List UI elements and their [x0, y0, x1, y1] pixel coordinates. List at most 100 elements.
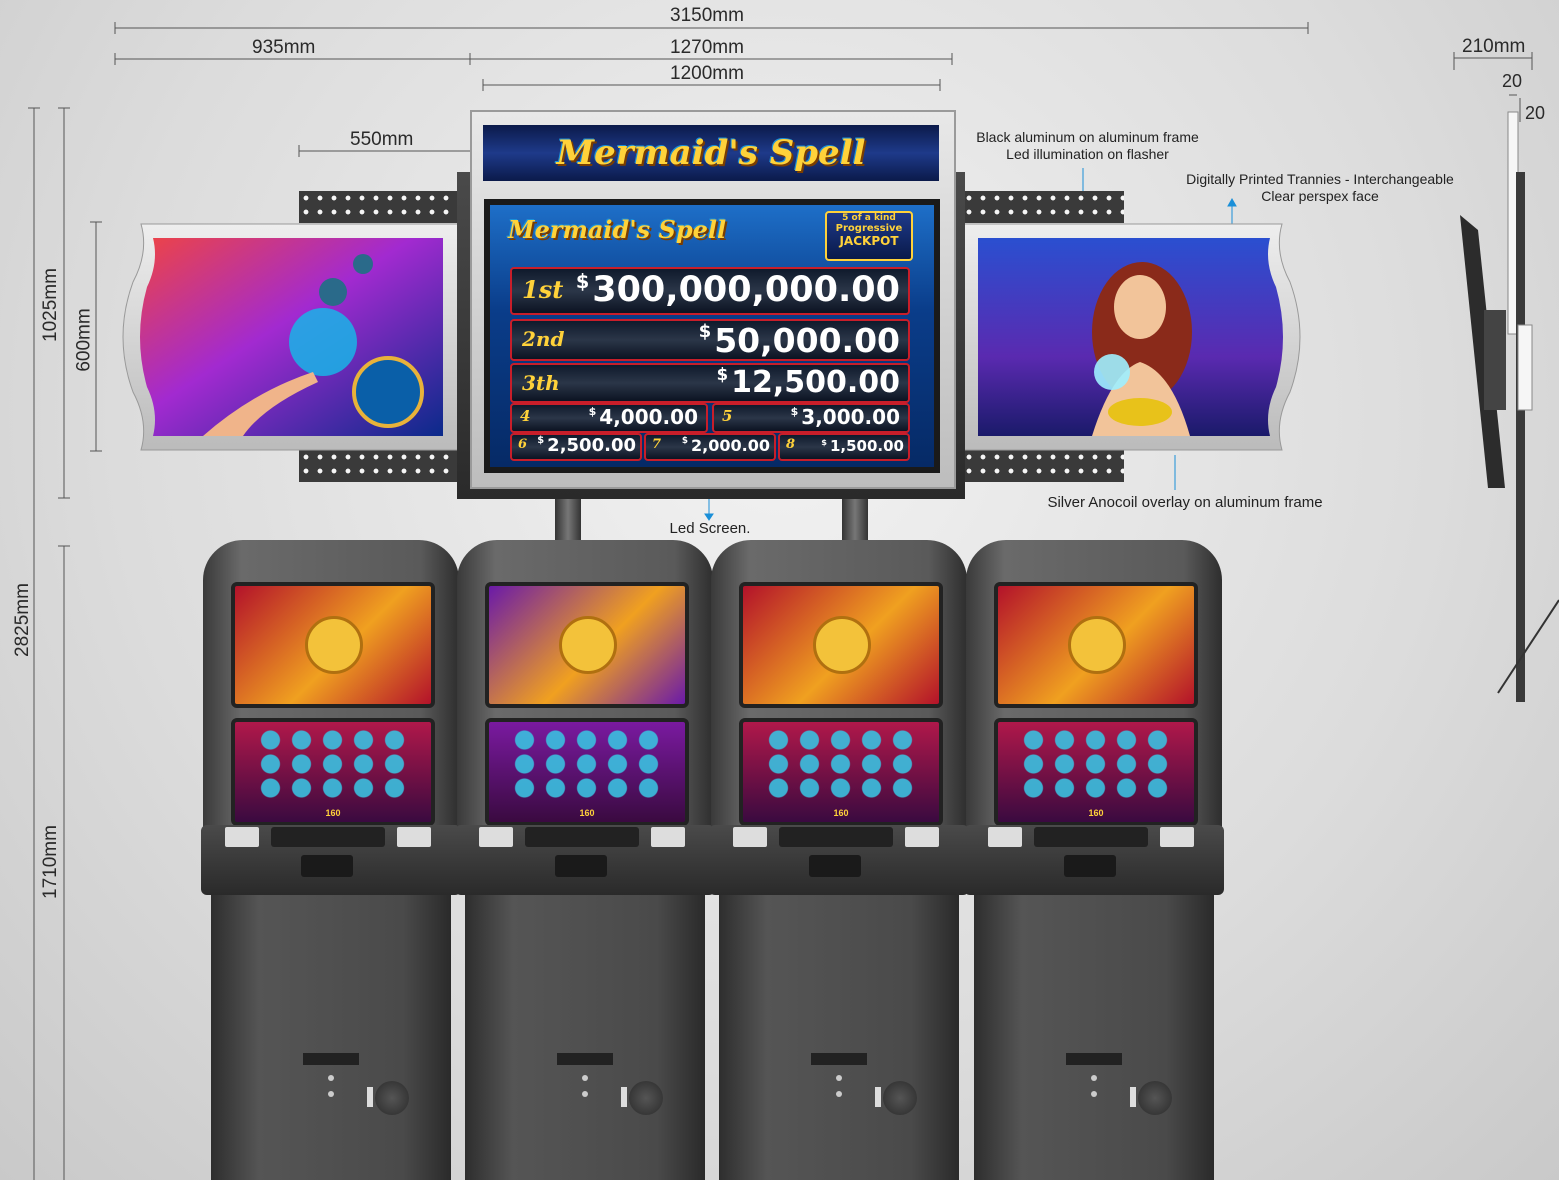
cabinet-top-screen — [739, 582, 943, 708]
reel-symbols — [255, 728, 409, 800]
jackpot-value-4: $4,000.00 — [589, 405, 698, 429]
left-wing-panel — [122, 223, 459, 451]
right-wing-panel — [963, 223, 1301, 451]
jackpot-amount-1: 300,000,000.00 — [592, 270, 900, 310]
jackpot-label-7: 7 — [652, 437, 662, 452]
lock-dot — [328, 1075, 334, 1081]
note-tranny-line2: Clear perspex face — [1261, 188, 1379, 204]
note-tranny-line1: Digitally Printed Trannies - Interchange… — [1186, 171, 1454, 187]
cabinet-deck — [201, 825, 461, 895]
dim-screen-width: 1200mm — [670, 63, 744, 84]
button-panel — [779, 827, 893, 847]
currency-1: $ — [575, 270, 590, 293]
jackpot-row-8: 8 $1,500.00 — [778, 433, 910, 461]
note-frame: Black aluminum on aluminum frame Led ill… — [960, 129, 1215, 163]
jackpot-value-6: $2,500.00 — [537, 435, 636, 456]
led-flasher-bottom-right — [962, 450, 1124, 482]
button-panel — [525, 827, 639, 847]
cabinet-deck — [964, 825, 1224, 895]
cabinet-reel-screen: 160 — [994, 718, 1198, 826]
cabinet-base — [719, 895, 959, 1180]
bill-acceptor — [905, 827, 939, 847]
cabinet-reel-screen: 160 — [739, 718, 943, 826]
bet-readout: 160 — [579, 808, 595, 818]
ticket-slot — [479, 827, 513, 847]
jackpot-label-5: 5 — [722, 407, 733, 425]
dim-flasher-width: 550mm — [350, 129, 414, 150]
cabinet-deck — [709, 825, 969, 895]
cabinet-reel-screen: 160 — [231, 718, 435, 826]
dim-wing-height: 600mm — [74, 308, 96, 372]
jackpot-row-5: 5 $3,000.00 — [712, 403, 910, 433]
dim-overall-width: 3150mm — [670, 5, 744, 26]
jackpot-label-2: 2nd — [522, 327, 565, 351]
jackpot-amount-5: 3,000.00 — [801, 405, 900, 429]
lock-dot — [582, 1091, 588, 1097]
speaker-grille — [375, 1081, 409, 1115]
door-handle — [1066, 1053, 1122, 1065]
dim-center-width: 1270mm — [670, 37, 744, 58]
jackpot-row-1: 1st $300,000,000.00 — [510, 267, 910, 315]
note-trannies: Digitally Printed Trannies - Interchange… — [1170, 171, 1470, 205]
dim-cabinet-height: 1710mm — [40, 825, 62, 899]
cabinet-base — [211, 895, 451, 1180]
speaker-grille — [1138, 1081, 1172, 1115]
reel-symbols — [763, 728, 917, 800]
sign-logo: Mermaid's Spell — [556, 133, 866, 173]
jackpot-label-8: 8 — [786, 437, 796, 452]
jackpot-value-7: $2,000.00 — [682, 436, 770, 455]
jackpot-label-4: 4 — [520, 407, 531, 425]
jackpot-row-6: 6 $2,500.00 — [510, 433, 642, 461]
badge-line3: JACKPOT — [839, 234, 899, 248]
key-slot — [621, 1087, 627, 1107]
currency-6: $ — [537, 435, 545, 446]
screen-logo: Mermaid's Spell — [508, 215, 727, 244]
speaker-grille — [629, 1081, 663, 1115]
ticket-slot — [988, 827, 1022, 847]
currency-7: $ — [681, 436, 689, 446]
dim-side-b: 20 — [1525, 103, 1546, 123]
bill-acceptor — [397, 827, 431, 847]
jackpot-label-6: 6 — [518, 437, 528, 452]
jackpot-row-4: 4 $4,000.00 — [510, 403, 708, 433]
note-frame-line2: Led illumination on flasher — [1006, 146, 1169, 162]
led-flasher-bottom-left — [299, 450, 461, 482]
feature-medallion — [1068, 616, 1126, 674]
button-panel — [1034, 827, 1148, 847]
speaker-grille — [883, 1081, 917, 1115]
dim-sign-height: 1025mm — [40, 268, 62, 342]
jackpot-amount-2: 50,000.00 — [714, 321, 900, 360]
bill-acceptor — [651, 827, 685, 847]
jackpot-value-3: $12,500.00 — [717, 365, 900, 400]
note-led-screen: Led Screen. — [669, 520, 751, 537]
bet-readout: 160 — [833, 808, 849, 818]
currency-3: $ — [716, 365, 729, 384]
lock-dot — [582, 1075, 588, 1081]
slot-cabinet: 160 — [455, 540, 715, 1180]
dim-side-depth: 210mm — [1462, 36, 1526, 57]
jackpot-row-2: 2nd $50,000.00 — [510, 319, 910, 361]
sign-pole-right — [842, 495, 868, 545]
led-flasher-top-left — [299, 191, 461, 223]
badge-line1: 5 of a kind — [842, 213, 896, 223]
lock-dot — [836, 1091, 842, 1097]
jackpot-row-7: 7 $2,000.00 — [644, 433, 776, 461]
jackpot-row-3: 3th $12,500.00 — [510, 363, 910, 403]
sign-pole-left — [555, 495, 581, 545]
key-slot — [875, 1087, 881, 1107]
key-slot — [1130, 1087, 1136, 1107]
led-screen: Mermaid's Spell 5 of a kind Progressive … — [484, 199, 940, 473]
feature-medallion — [813, 616, 871, 674]
jackpot-label-3: 3th — [522, 371, 560, 395]
bill-acceptor — [1160, 827, 1194, 847]
dim-wing-width: 935mm — [252, 37, 316, 58]
jackpot-label-1: 1st — [522, 275, 564, 304]
bet-readout: 160 — [325, 808, 341, 818]
cabinet-reel-screen: 160 — [485, 718, 689, 826]
bet-readout: 160 — [1088, 808, 1104, 818]
door-handle — [557, 1053, 613, 1065]
note-overlay: Silver Anocoil overlay on aluminum frame — [1047, 494, 1323, 511]
reel-symbols — [509, 728, 663, 800]
cabinet-base — [465, 895, 705, 1180]
door-handle — [811, 1053, 867, 1065]
